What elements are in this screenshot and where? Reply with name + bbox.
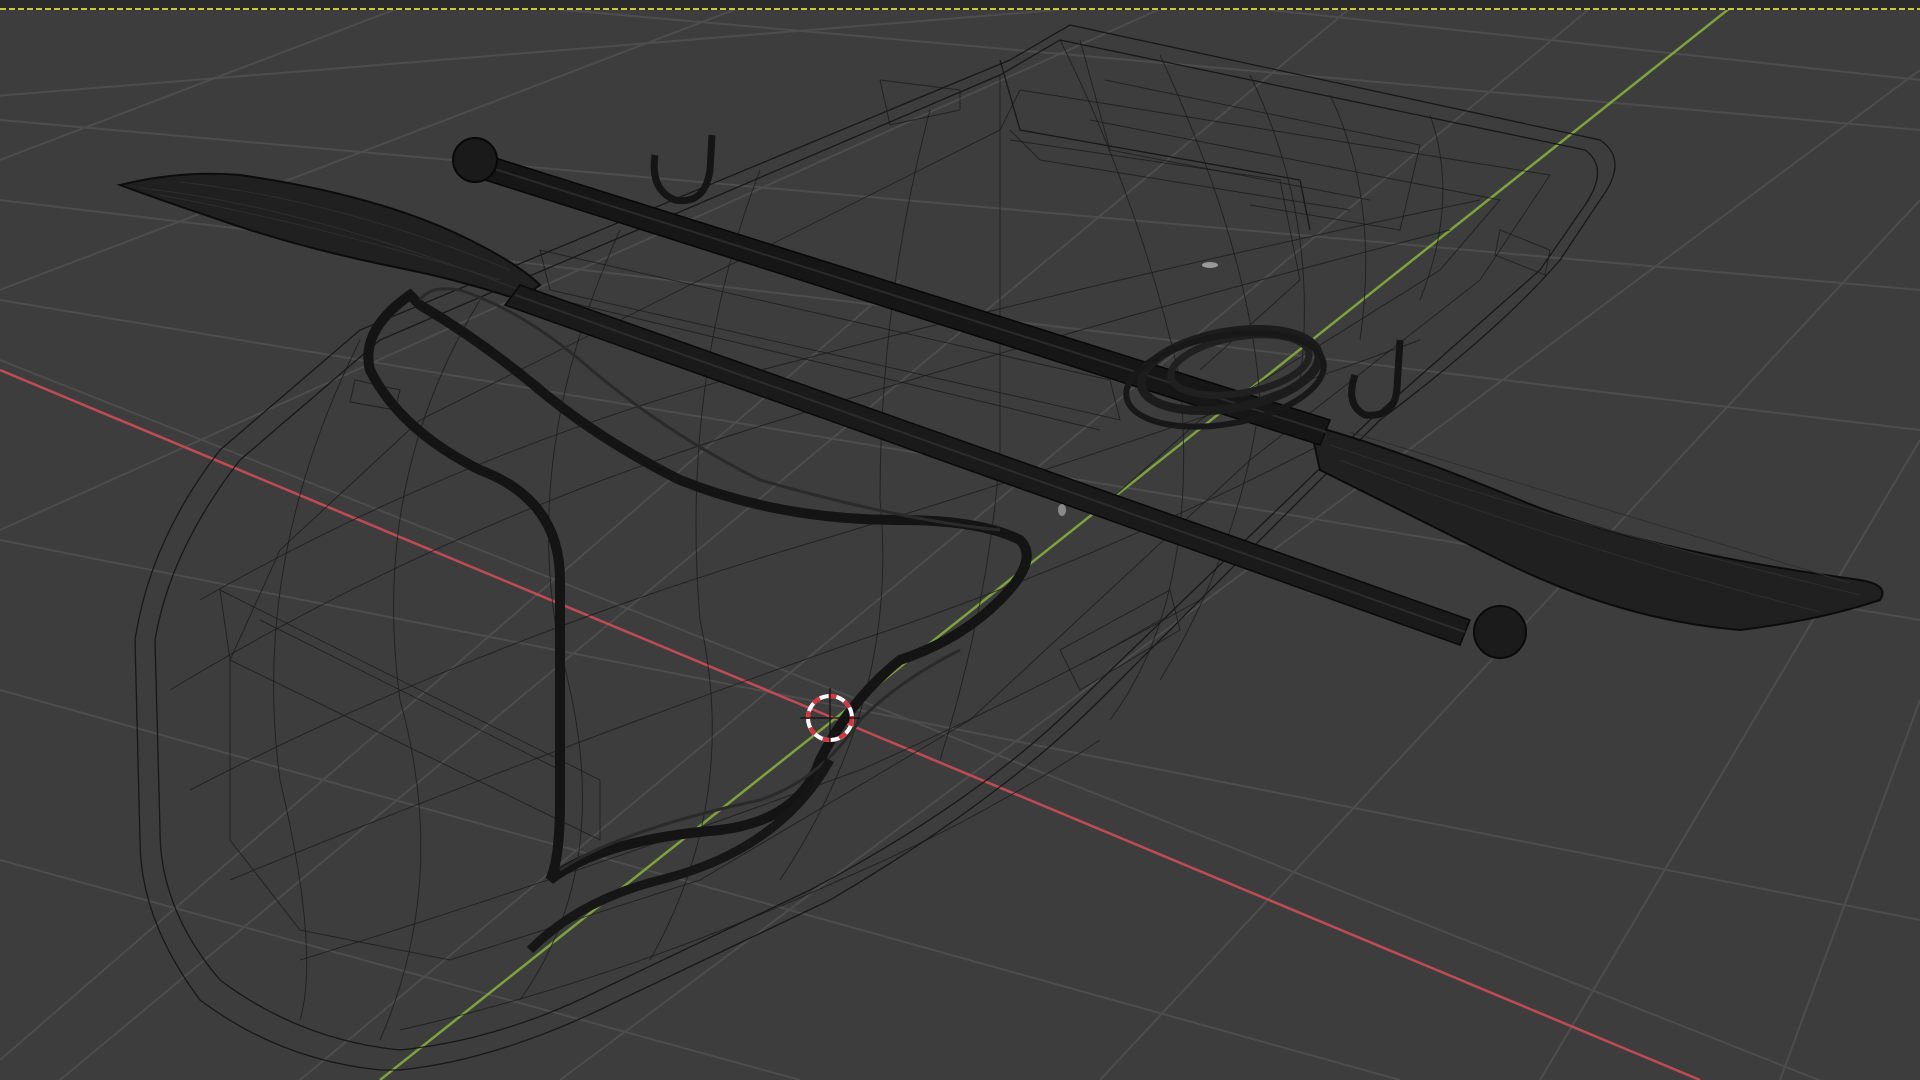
oarlock-right[interactable] <box>1348 339 1404 419</box>
boat-hull[interactable] <box>134 24 1616 1071</box>
vertex-highlight <box>1058 504 1066 516</box>
oarlock-left[interactable] <box>650 134 716 205</box>
viewport-canvas[interactable] <box>0 0 1920 1080</box>
vertex-highlight <box>1202 262 1218 268</box>
3d-viewport[interactable] <box>0 0 1920 1080</box>
